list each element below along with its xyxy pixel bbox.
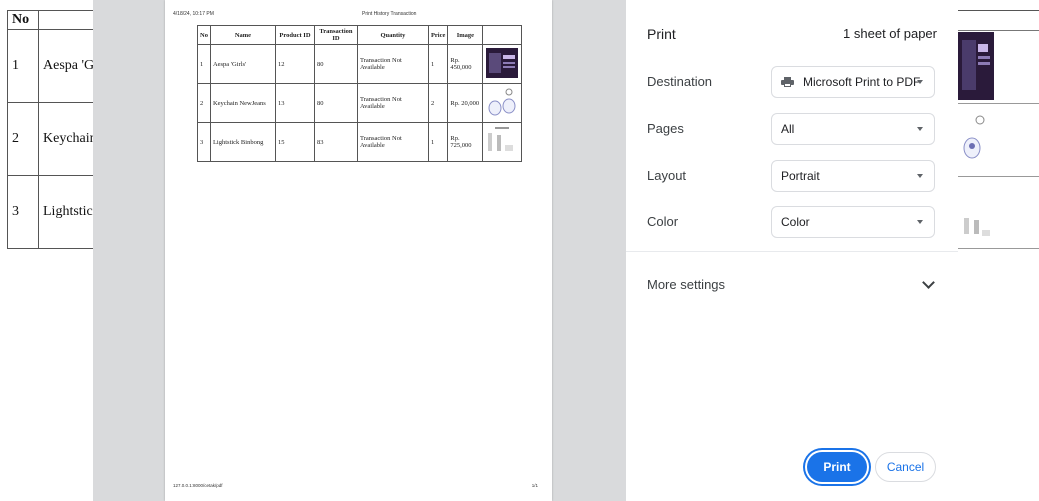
destination-select[interactable]: Microsoft Print to PDF xyxy=(771,66,935,98)
print-preview-sheet: 4/18/24, 10:17 PM Print History Transact… xyxy=(165,0,552,501)
col-price: Price xyxy=(427,25,449,45)
cell-qty-num: 1 xyxy=(427,44,449,84)
cell-qty-num: 1 xyxy=(427,122,449,162)
cell-transaction-id: 80 xyxy=(313,83,358,123)
preview-header-date: 4/18/24, 10:17 PM xyxy=(173,11,214,17)
print-title: Print xyxy=(647,26,676,42)
col-quantity: Quantity xyxy=(356,25,429,45)
preview-table: No Name Product ID Transaction ID Quanti… xyxy=(197,25,523,162)
col-extra xyxy=(482,25,523,45)
cell-no: 2 xyxy=(197,83,211,123)
cell-price: Rp. 450,000 xyxy=(447,44,484,84)
cell-product-id: 12 xyxy=(274,44,315,84)
pages-label: Pages xyxy=(647,121,684,136)
pages-value: All xyxy=(781,122,795,136)
printer-icon xyxy=(781,77,794,87)
destination-label: Destination xyxy=(647,74,713,89)
table-row: 3 Lightstick Binbong 15 83 Transaction N… xyxy=(197,122,523,162)
product-image-album xyxy=(958,32,994,100)
settings-divider xyxy=(626,251,958,252)
table-row: 1 Aespa 'Girls' 12 80 Transaction Not Av… xyxy=(197,44,523,84)
bg-table-border xyxy=(958,176,1039,177)
preview-footer-url: 127.0.0.1:8000/cetak/pdf xyxy=(173,483,223,488)
col-transaction-id: Transaction ID xyxy=(313,25,358,45)
col-name: Name xyxy=(209,25,276,45)
cell-name: Aespa 'Girls' xyxy=(209,44,276,84)
cell-no: 3 xyxy=(197,122,211,162)
cell-image xyxy=(482,83,523,123)
cell-transaction-id: 83 xyxy=(313,122,358,162)
print-settings-panel: Print 1 sheet of paper Destination Micro… xyxy=(626,0,958,501)
color-value: Color xyxy=(781,215,810,229)
cell-name: Lightstick Binbong xyxy=(209,122,276,162)
bg-table-border xyxy=(958,30,1039,31)
dropdown-arrow-icon xyxy=(917,127,923,131)
preview-header-title: Print History Transaction xyxy=(362,11,417,17)
color-label: Color xyxy=(647,214,679,229)
bg-table-border xyxy=(958,10,1039,11)
product-image-album xyxy=(486,48,519,78)
cell-transaction-id: 80 xyxy=(313,44,358,84)
cell-qty-num: 2 xyxy=(427,83,449,123)
cell-no: 1 xyxy=(197,44,211,84)
cell-quantity: Transaction Not Available xyxy=(356,122,429,162)
bg-header-no: No xyxy=(7,10,39,30)
cell-quantity: Transaction Not Available xyxy=(356,83,429,123)
layout-value: Portrait xyxy=(781,169,820,183)
layout-select[interactable]: Portrait xyxy=(771,160,935,192)
cell-product-id: 15 xyxy=(274,122,315,162)
bg-cell-no: 3 xyxy=(7,175,39,249)
bg-table-border xyxy=(958,103,1039,104)
print-button[interactable]: Print xyxy=(807,452,867,482)
col-no: No xyxy=(197,25,211,45)
table-row: 2 Keychain NewJeans 13 80 Transaction No… xyxy=(197,83,523,123)
cell-quantity: Transaction Not Available xyxy=(356,44,429,84)
cell-price: Rp. 20,000 xyxy=(447,83,484,123)
chevron-down-icon[interactable] xyxy=(922,276,935,289)
cell-image xyxy=(482,122,523,162)
cell-image xyxy=(482,44,523,84)
col-image: Image xyxy=(447,25,484,45)
dropdown-arrow-icon xyxy=(917,174,923,178)
product-image-keychain xyxy=(488,88,516,116)
dropdown-arrow-icon xyxy=(917,220,923,224)
cell-price: Rp. 725,000 xyxy=(447,122,484,162)
sheet-count: 1 sheet of paper xyxy=(843,26,937,41)
layout-label: Layout xyxy=(647,168,687,183)
pages-select[interactable]: All xyxy=(771,113,935,145)
dropdown-arrow-icon xyxy=(917,80,923,84)
destination-value: Microsoft Print to PDF xyxy=(803,75,921,89)
product-image-lightstick xyxy=(964,218,990,236)
product-image-keychain xyxy=(963,115,985,159)
preview-footer-page: 1/1 xyxy=(531,483,538,488)
col-product-id: Product ID xyxy=(274,25,315,45)
color-select[interactable]: Color xyxy=(771,206,935,238)
cell-name: Keychain NewJeans xyxy=(209,83,276,123)
bg-table-border xyxy=(958,248,1039,249)
cell-product-id: 13 xyxy=(274,83,315,123)
more-settings-toggle[interactable]: More settings xyxy=(647,277,725,292)
bg-cell-no: 1 xyxy=(7,29,39,103)
product-image-lightstick xyxy=(488,127,514,151)
bg-cell-no: 2 xyxy=(7,102,39,176)
cancel-button[interactable]: Cancel xyxy=(875,452,936,482)
